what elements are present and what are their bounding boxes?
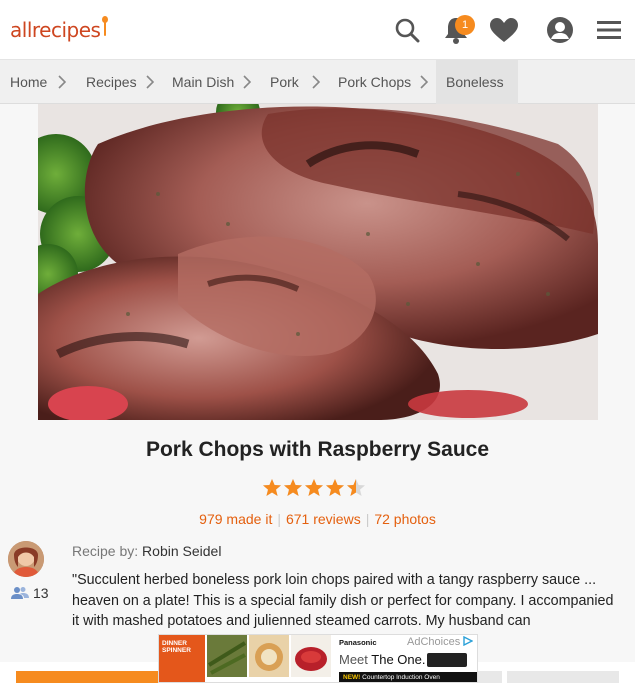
author-avatar[interactable] bbox=[8, 541, 44, 577]
menu-icon[interactable] bbox=[594, 15, 624, 45]
logo-text: allrecipes bbox=[10, 18, 101, 42]
ad-strip-text: Countertop Induction Oven bbox=[362, 674, 440, 681]
reviews-link[interactable]: 671 reviews bbox=[286, 511, 361, 527]
breadcrumb-pork[interactable]: Pork bbox=[270, 60, 299, 104]
search-icon[interactable] bbox=[392, 15, 422, 45]
star-rating[interactable] bbox=[262, 478, 372, 500]
divider: | bbox=[365, 511, 370, 527]
ad-product-image bbox=[427, 653, 467, 667]
chevron-right-icon bbox=[312, 75, 320, 89]
ad-headline-prefix: Meet bbox=[339, 652, 368, 667]
photos-link[interactable]: 72 photos bbox=[374, 511, 436, 527]
breadcrumb-boneless[interactable]: Boneless bbox=[436, 60, 518, 104]
star-icon bbox=[263, 479, 281, 496]
primary-action-button[interactable] bbox=[16, 671, 158, 683]
ad-choices-label[interactable]: AdChoices bbox=[407, 635, 474, 648]
ad-food-image bbox=[249, 635, 289, 677]
ad-headline-main: The One. bbox=[371, 652, 426, 667]
breadcrumb: Home Recipes Main Dish Pork Pork Chops B… bbox=[0, 60, 635, 104]
profile-icon[interactable] bbox=[545, 15, 575, 45]
ad-food-image bbox=[207, 635, 247, 677]
divider: | bbox=[277, 511, 281, 527]
star-icon bbox=[347, 479, 365, 496]
followers-icon bbox=[11, 587, 29, 599]
breadcrumb-home[interactable]: Home bbox=[10, 60, 47, 104]
chevron-right-icon bbox=[58, 75, 66, 89]
followers-number: 13 bbox=[33, 585, 49, 601]
recipe-description: "Succulent herbed boneless pork loin cho… bbox=[72, 572, 614, 629]
ad-food-image bbox=[291, 635, 331, 677]
ad-choices-text: AdChoices bbox=[407, 636, 461, 648]
allrecipes-logo[interactable]: allrecipes bbox=[10, 14, 109, 46]
breadcrumb-pork-chops[interactable]: Pork Chops bbox=[338, 60, 411, 104]
heart-icon[interactable] bbox=[489, 15, 519, 45]
ad-footer-strip: NEW! Countertop Induction Oven bbox=[339, 672, 477, 682]
recipe-title: Pork Chops with Raspberry Sauce bbox=[145, 438, 490, 461]
breadcrumb-recipes[interactable]: Recipes bbox=[86, 60, 137, 104]
ad-brand-name: Panasonic bbox=[339, 638, 377, 647]
ad-spinner-label: DINNER SPINNER bbox=[162, 640, 191, 654]
chevron-right-icon bbox=[243, 75, 251, 89]
followers-count[interactable]: 13 bbox=[11, 585, 49, 601]
ad-dinner-spinner: DINNER SPINNER bbox=[159, 635, 205, 682]
chevron-right-icon bbox=[420, 75, 428, 89]
pork-chop-photo bbox=[38, 104, 598, 420]
star-icon bbox=[284, 479, 302, 496]
recipe-photo[interactable] bbox=[38, 104, 598, 420]
author-name[interactable]: Robin Seidel bbox=[142, 543, 221, 559]
secondary-action-button[interactable] bbox=[478, 671, 502, 683]
star-icon bbox=[326, 479, 344, 496]
top-navigation-bar: allrecipes 1 bbox=[0, 0, 635, 60]
ad-new-label: NEW! bbox=[343, 674, 361, 681]
made-it-link[interactable]: 979 made it bbox=[199, 511, 272, 527]
star-icon bbox=[305, 479, 323, 496]
advertisement-banner[interactable]: DINNER SPINNER Panasonic AdChoices Meet … bbox=[158, 634, 478, 683]
chevron-right-icon bbox=[146, 75, 154, 89]
author-photo bbox=[8, 541, 44, 577]
breadcrumb-main-dish[interactable]: Main Dish bbox=[172, 60, 234, 104]
recipe-stats: 979 made it | 671 reviews | 72 photos bbox=[0, 511, 635, 527]
adchoices-icon bbox=[463, 635, 474, 647]
notification-badge: 1 bbox=[455, 15, 475, 35]
spoon-icon bbox=[101, 16, 109, 38]
ad-headline: Meet The One. bbox=[339, 652, 426, 667]
recipe-by-label: Recipe by: bbox=[72, 543, 139, 559]
recipe-author-line: Recipe by: Robin Seidel bbox=[72, 543, 221, 559]
secondary-action-button[interactable] bbox=[507, 671, 619, 683]
